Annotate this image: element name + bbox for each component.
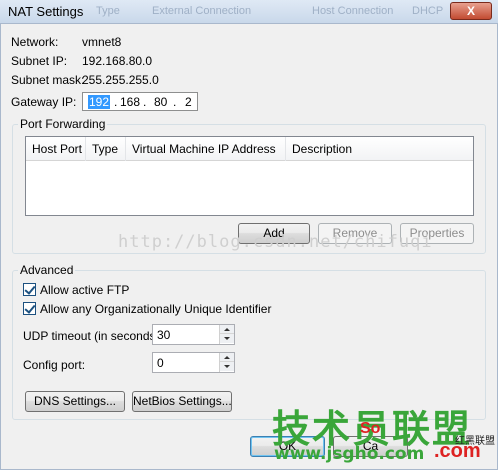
spin-up-icon[interactable] [220, 325, 234, 334]
allow-oui-checkbox[interactable] [23, 302, 36, 315]
port-forwarding-table[interactable]: Host Port Type Virtual Machine IP Addres… [25, 136, 474, 216]
gateway-octet-2[interactable]: 168 [120, 95, 140, 109]
column-header-vm-ip[interactable]: Virtual Machine IP Address [126, 137, 286, 161]
octet-dot: . [114, 95, 118, 109]
stepper-arrows [219, 325, 234, 344]
network-value: vmnet8 [82, 35, 122, 49]
table-header: Host Port Type Virtual Machine IP Addres… [26, 137, 473, 161]
close-icon: X [466, 4, 475, 18]
network-label: Network: [11, 35, 59, 49]
gateway-ip-input[interactable]: 192 . 168 . 80 . 2 [82, 92, 198, 111]
stepper-arrows [219, 353, 234, 372]
subnet-mask-value: 255.255.255.0 [82, 73, 159, 87]
octet-dot: . [173, 95, 177, 109]
title-bar[interactable]: NAT Settings Type External Connection Ho… [0, 0, 498, 24]
column-header-description[interactable]: Description [286, 137, 472, 161]
allow-ftp-checkbox[interactable] [23, 283, 36, 296]
gateway-octet-3[interactable]: 80 [154, 95, 167, 109]
watermark-url: http://blog.csdn.net/chifuqi [118, 232, 433, 252]
config-port-value[interactable]: 0 [157, 356, 164, 370]
column-header-host-port[interactable]: Host Port [26, 137, 86, 161]
port-forwarding-title: Port Forwarding [18, 117, 108, 131]
udp-timeout-label: UDP timeout (in seconds): [23, 329, 163, 343]
gateway-octet-1[interactable]: 192 [88, 95, 111, 109]
subnet-mask-label: Subnet mask: [11, 73, 85, 87]
column-header-type[interactable]: Type [86, 137, 126, 161]
octet-dot: . [143, 95, 147, 109]
background-tab: Host Connection [312, 5, 394, 17]
window-title: NAT Settings [8, 4, 84, 19]
background-tab: External Connection [152, 5, 252, 17]
advanced-title: Advanced [18, 263, 76, 277]
background-tab: DHCP [412, 5, 444, 17]
subnet-ip-label: Subnet IP: [11, 54, 68, 68]
gateway-ip-label: Gateway IP: [11, 95, 77, 109]
background-tab: Type [96, 5, 120, 17]
watermark-side: 红黑联盟 [455, 436, 495, 447]
spin-down-icon[interactable] [220, 334, 234, 343]
allow-oui-label[interactable]: Allow any Organizationally Unique Identi… [40, 302, 271, 316]
subnet-ip-value: 192.168.80.0 [82, 54, 153, 68]
gateway-octet-4[interactable]: 2 [185, 95, 192, 109]
config-port-stepper[interactable]: 0 [152, 352, 235, 373]
udp-timeout-value[interactable]: 30 [157, 328, 170, 342]
spin-up-icon[interactable] [220, 353, 234, 362]
netbios-settings-button[interactable]: NetBios Settings... [132, 391, 232, 412]
udp-timeout-stepper[interactable]: 30 [152, 324, 235, 345]
watermark-site: www.jsgho.com [274, 444, 425, 464]
allow-ftp-label[interactable]: Allow active FTP [40, 283, 129, 297]
spin-down-icon[interactable] [220, 362, 234, 371]
watermark-red: So [360, 420, 381, 437]
dns-settings-button[interactable]: DNS Settings... [25, 391, 125, 412]
config-port-label: Config port: [23, 358, 86, 372]
close-button[interactable]: X [450, 2, 492, 20]
